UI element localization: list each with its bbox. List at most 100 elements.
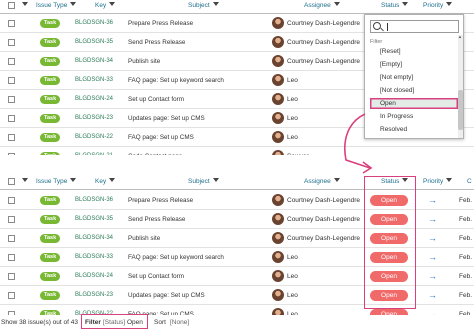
column-priority-label: Priority bbox=[423, 178, 444, 185]
scrollbar-thumb[interactable] bbox=[458, 90, 463, 130]
row-checkbox[interactable] bbox=[8, 254, 15, 261]
issue-key-link[interactable]: BLGDSGN-35 bbox=[75, 39, 113, 45]
issue-key-link[interactable]: BLGDSGN-36 bbox=[75, 20, 113, 26]
table-row[interactable]: Task BLGDSGN-21 Code Contact page Sawyer bbox=[0, 147, 474, 155]
assignee-name: Sawyer bbox=[287, 153, 309, 155]
filter-option[interactable]: [Not empty] bbox=[370, 72, 458, 83]
sort-caret-icon bbox=[70, 2, 77, 6]
issue-type-badge: Task bbox=[40, 19, 61, 28]
column-assignee[interactable]: Assignee bbox=[304, 2, 340, 9]
issue-key-link[interactable]: BLGDSGN-24 bbox=[75, 273, 113, 279]
column-key-label: Key bbox=[95, 178, 107, 185]
row-checkbox[interactable] bbox=[8, 235, 15, 242]
issue-key-link[interactable]: BLGDSGN-34 bbox=[75, 235, 113, 241]
assignee-name: Courtney Dash-Legendre bbox=[287, 197, 360, 204]
table-header: Issue Type Key Subject Assignee Status P… bbox=[0, 0, 474, 14]
issue-key-link[interactable]: BLGDSGN-23 bbox=[75, 292, 113, 298]
issue-key-link[interactable]: BLGDSGN-33 bbox=[75, 254, 113, 260]
issue-subject[interactable]: Set up Contact form bbox=[128, 273, 184, 280]
assignee-name: Leo bbox=[287, 77, 298, 84]
issue-subject[interactable]: Publish site bbox=[128, 235, 160, 242]
row-checkbox[interactable] bbox=[8, 115, 15, 122]
issue-subject[interactable]: Send Press Release bbox=[128, 39, 185, 46]
due-date: Feb. bbox=[459, 216, 473, 223]
issue-subject[interactable]: Send Press Release bbox=[128, 216, 185, 223]
row-checkbox[interactable] bbox=[8, 197, 15, 204]
row-checkbox[interactable] bbox=[8, 292, 15, 299]
issue-type-badge: Task bbox=[40, 76, 61, 85]
column-priority[interactable]: Priority bbox=[423, 178, 453, 185]
priority-arrow-icon: → bbox=[428, 195, 437, 205]
issue-subject[interactable]: Code Contact page bbox=[128, 153, 182, 155]
column-due-date[interactable]: C bbox=[467, 178, 472, 185]
issue-type-badge: Task bbox=[40, 152, 61, 155]
row-checkbox[interactable] bbox=[8, 39, 15, 46]
avatar bbox=[272, 74, 284, 86]
column-subject[interactable]: Subject bbox=[188, 178, 219, 185]
issue-subject[interactable]: FAQ page: Set up CMS bbox=[128, 134, 194, 141]
row-checkbox[interactable] bbox=[8, 273, 15, 280]
issue-key-link[interactable]: BLGDSGN-34 bbox=[75, 58, 113, 64]
column-issue-type-label: Issue Type bbox=[36, 2, 68, 9]
issue-key-link[interactable]: BLGDSGN-33 bbox=[75, 77, 113, 83]
issue-subject[interactable]: Prepare Press Release bbox=[128, 20, 193, 27]
scroll-up-icon[interactable]: ▲ bbox=[458, 34, 462, 39]
sort-caret-icon bbox=[402, 2, 409, 6]
issue-type-badge: Task bbox=[40, 196, 61, 205]
issue-key-link[interactable]: BLGDSGN-21 bbox=[75, 153, 113, 155]
assignee-name: Courtney Dash-Legendre bbox=[287, 216, 360, 223]
column-menu-icon[interactable] bbox=[19, 2, 28, 9]
select-all-checkbox[interactable] bbox=[8, 178, 15, 185]
row-checkbox[interactable] bbox=[8, 216, 15, 223]
avatar bbox=[272, 232, 284, 244]
assignee-name: Courtney Dash-Legendre bbox=[287, 20, 360, 27]
assignee-name: Leo bbox=[287, 134, 298, 141]
column-status[interactable]: Status bbox=[381, 2, 409, 9]
issue-subject[interactable]: Set up Contact form bbox=[128, 96, 184, 103]
row-checkbox[interactable] bbox=[8, 134, 15, 141]
issue-subject[interactable]: Updates page: Set up CMS bbox=[128, 115, 205, 122]
column-priority[interactable]: Priority bbox=[423, 2, 453, 9]
row-checkbox[interactable] bbox=[8, 20, 15, 27]
issue-key-link[interactable]: BLGDSGN-23 bbox=[75, 115, 113, 121]
issue-key-link[interactable]: BLGDSGN-36 bbox=[75, 197, 113, 203]
row-checkbox[interactable] bbox=[8, 58, 15, 65]
row-checkbox[interactable] bbox=[8, 77, 15, 84]
issue-type-badge: Task bbox=[40, 215, 61, 224]
issue-key-link[interactable]: BLGDSGN-35 bbox=[75, 216, 113, 222]
search-icon bbox=[373, 22, 381, 30]
due-date: Feb. bbox=[459, 292, 473, 299]
column-issue-type[interactable]: Issue Type bbox=[36, 178, 77, 185]
issue-subject[interactable]: Publish site bbox=[128, 58, 160, 65]
avatar bbox=[272, 251, 284, 263]
filter-option[interactable]: [Reset] bbox=[370, 46, 458, 57]
column-key[interactable]: Key bbox=[95, 2, 116, 9]
select-all-checkbox[interactable] bbox=[8, 2, 15, 9]
filter-option[interactable]: [Empty] bbox=[370, 59, 458, 70]
filter-search-input[interactable] bbox=[370, 20, 459, 33]
issue-subject[interactable]: Updates page: Set up CMS bbox=[128, 292, 205, 299]
column-menu-icon[interactable] bbox=[19, 178, 28, 185]
filter-option[interactable]: Open bbox=[370, 98, 458, 109]
dropdown-scrollbar[interactable]: ▲ bbox=[458, 34, 463, 138]
filter-option[interactable]: [Not closed] bbox=[370, 85, 458, 96]
column-key[interactable]: Key bbox=[95, 178, 116, 185]
issue-subject[interactable]: FAQ page: Set up keyword search bbox=[128, 254, 224, 261]
row-checkbox[interactable] bbox=[8, 96, 15, 103]
column-issue-type[interactable]: Issue Type bbox=[36, 2, 77, 9]
column-subject[interactable]: Subject bbox=[188, 2, 219, 9]
row-checkbox[interactable] bbox=[8, 153, 15, 155]
issue-type-badge: Task bbox=[40, 234, 61, 243]
footer-sort-value[interactable]: [None] bbox=[170, 319, 189, 326]
footer-sort-label: Sort bbox=[154, 319, 166, 326]
assignee-name: Courtney Dash-Legendre bbox=[287, 235, 360, 242]
issue-subject[interactable]: FAQ page: Set up keyword search bbox=[128, 77, 224, 84]
avatar bbox=[272, 213, 284, 225]
callout-arrow-icon bbox=[344, 113, 373, 174]
avatar bbox=[272, 36, 284, 48]
issue-key-link[interactable]: BLGDSGN-24 bbox=[75, 96, 113, 102]
issue-key-link[interactable]: BLGDSGN-22 bbox=[75, 134, 113, 140]
issue-subject[interactable]: Prepare Press Release bbox=[128, 197, 193, 204]
avatar bbox=[272, 17, 284, 29]
due-date: Feb. bbox=[459, 273, 473, 280]
